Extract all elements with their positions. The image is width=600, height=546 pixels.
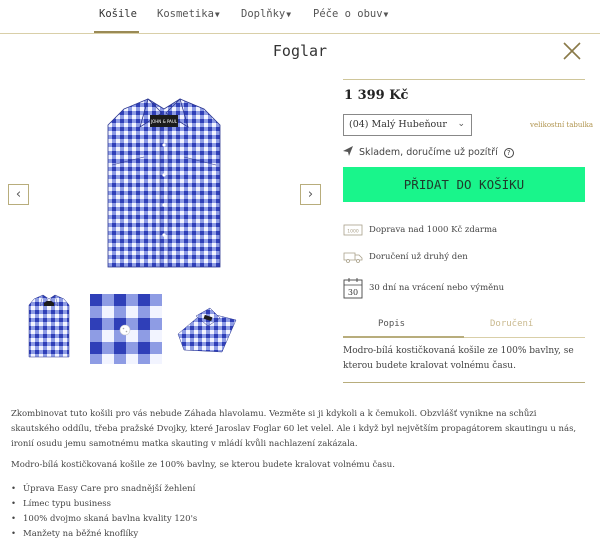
feature-30-day-returns: 30 30 dní na vrácení nebo výměnu <box>343 277 504 299</box>
nav-item-pece-o-obuv[interactable]: Péče o obuv▼ <box>313 8 388 20</box>
tab-popis[interactable]: Popis <box>378 319 405 329</box>
feature-next-day-delivery: Doručení už druhý den <box>343 250 468 264</box>
gallery-prev-button[interactable]: ‹ <box>8 184 29 205</box>
delivery-van-icon <box>343 252 363 263</box>
chevron-down-icon: ▼ <box>286 10 292 19</box>
nav-item-label: Košile <box>99 8 137 20</box>
product-description: Zkombinovat tuto košili pro vás nebude Z… <box>11 409 577 449</box>
nav-item-label: Péče o obuv <box>313 8 383 20</box>
add-to-cart-button[interactable]: PŘIDAT DO KOŠÍKU <box>343 167 585 202</box>
feature-text: Doprava nad 1000 Kč zdarma <box>369 225 498 235</box>
feature-text: Doručení už druhý den <box>369 252 468 262</box>
product-title: Foglar <box>272 42 328 60</box>
nav-item-kosile[interactable]: Košile <box>99 8 137 20</box>
list-item: Úprava Easy Care pro snadnější žehlení <box>11 484 197 499</box>
product-price: 1 399 Kč <box>344 88 409 103</box>
nav-item-label: Kosmetika <box>157 8 214 20</box>
size-select[interactable]: (04) Malý Hubeňour ⌄ <box>343 114 472 136</box>
calendar-30-icon: 30 <box>343 278 363 299</box>
send-arrow-icon <box>343 146 353 156</box>
nav-item-label: Doplňky <box>241 8 286 20</box>
tab-content: Modro-bílá kostičkovaná košile ze 100% b… <box>343 346 574 371</box>
calendar-badge: 30 <box>348 288 358 297</box>
list-item: Límec typu business <box>11 499 197 514</box>
active-nav-indicator <box>94 31 139 33</box>
stock-status: Skladem, doručíme už pozítří ? <box>343 146 514 158</box>
product-main-image: JOHN & PAUL <box>107 98 221 268</box>
feature-text: 30 dní na vrácení nebo výměnu <box>369 283 505 293</box>
shirt-brand-label: JOHN & PAUL <box>150 119 178 124</box>
size-table-link[interactable]: velikostní tabulka <box>530 121 593 129</box>
chevron-down-icon: ▼ <box>383 10 389 19</box>
divider <box>343 382 585 383</box>
close-icon[interactable] <box>561 40 583 62</box>
divider <box>343 79 585 80</box>
stock-text: Skladem, doručíme už pozítří <box>359 147 498 158</box>
truck-1000-icon: 1000 <box>343 224 363 236</box>
tab-doruceni[interactable]: Doručení <box>490 319 533 329</box>
thumbnail-fabric-detail[interactable] <box>90 294 162 364</box>
help-icon[interactable]: ? <box>503 148 514 158</box>
nav-item-kosmetika[interactable]: Kosmetika▼ <box>157 8 220 20</box>
svg-text:1000: 1000 <box>347 229 359 235</box>
list-item: 100% dvojmo skaná bavlna kvality 120's <box>11 514 197 529</box>
chevron-left-icon: ‹ <box>15 187 22 202</box>
product-tabs: Popis Doručení <box>343 314 585 338</box>
gallery-next-button[interactable]: › <box>300 184 321 205</box>
feature-free-shipping: 1000 Doprava nad 1000 Kč zdarma <box>343 223 497 237</box>
thumbnail-folded-shirt[interactable] <box>174 294 240 356</box>
feature-bullet-list: Úprava Easy Care pro snadnější žehlení L… <box>11 484 197 544</box>
thumbnail-shirt-front[interactable] <box>27 294 71 358</box>
nav-item-doplnky[interactable]: Doplňky▼ <box>241 8 291 20</box>
chevron-right-icon: › <box>307 187 314 202</box>
product-description-summary: Modro-bílá kostičkovaná košile ze 100% b… <box>11 460 395 470</box>
list-item: Manžety na běžné knoflíky <box>11 529 197 544</box>
chevron-down-icon: ⌄ <box>457 119 465 129</box>
active-tab-indicator <box>343 336 464 338</box>
top-navigation: Košile Kosmetika▼ Doplňky▼ Péče o obuv▼ <box>0 0 600 34</box>
chevron-down-icon: ▼ <box>214 10 220 19</box>
size-select-value: (04) Malý Hubeňour <box>349 119 447 130</box>
